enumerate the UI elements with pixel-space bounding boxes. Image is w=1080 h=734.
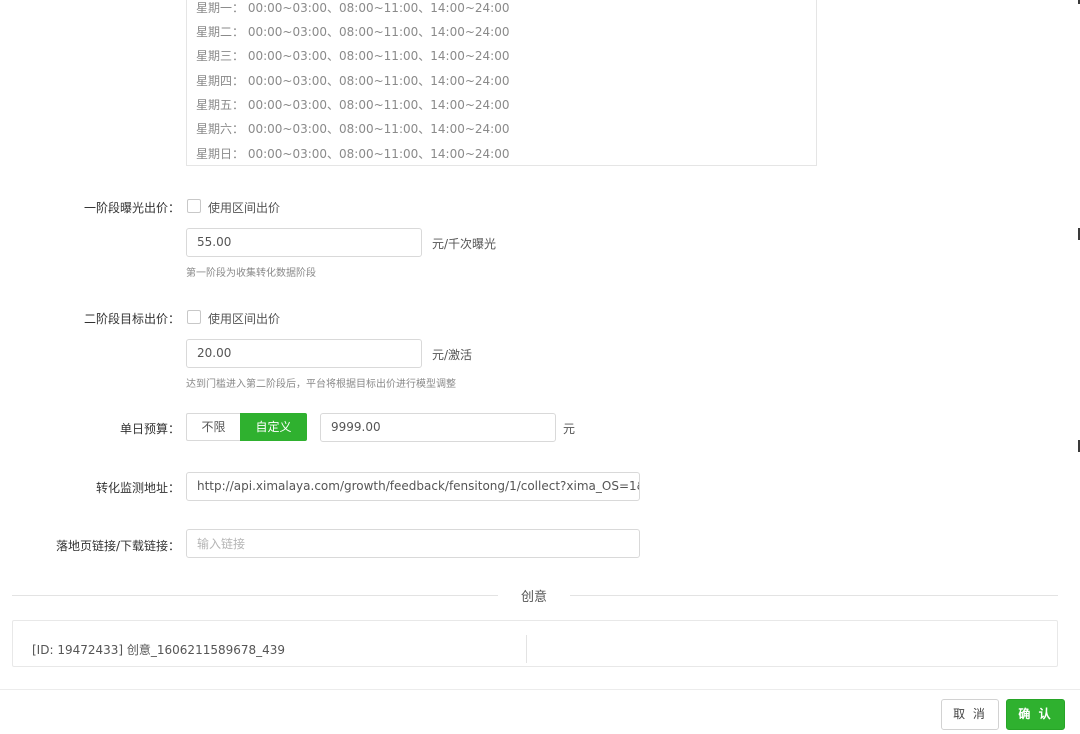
stage1-bid-hint: 第一阶段为收集转化数据阶段 — [186, 268, 316, 279]
schedule-row-fri: 星期五： 00:00~03:00、08:00~11:00、14:00~24:00 — [196, 98, 510, 112]
stage1-range-checkbox[interactable] — [187, 199, 201, 213]
daily-budget-unit: 元 — [563, 422, 576, 436]
daily-budget-input[interactable]: 9999.00 — [320, 413, 556, 442]
cancel-button[interactable]: 取 消 — [941, 699, 999, 730]
creative-section-title: 创意 — [520, 590, 547, 605]
stage2-bid-label: 二阶段目标出价： — [83, 312, 180, 326]
schedule-row-sat: 星期六： 00:00~03:00、08:00~11:00、14:00~24:00 — [196, 122, 510, 136]
schedule-row-sun: 星期日： 00:00~03:00、08:00~11:00、14:00~24:00 — [196, 147, 510, 161]
stage1-bid-input[interactable]: 55.00 — [186, 228, 422, 257]
budget-unlimited-option[interactable]: 不限 — [186, 413, 240, 441]
daily-budget-label: 单日预算： — [119, 422, 180, 436]
tracking-url-input[interactable]: http://api.ximalaya.com/growth/feedback/… — [186, 472, 640, 501]
creative-card-separator — [526, 635, 527, 663]
landing-url-input[interactable] — [186, 529, 640, 558]
schedule-row-tue: 星期二： 00:00~03:00、08:00~11:00、14:00~24:00 — [196, 25, 510, 39]
schedule-row-mon: 星期一： 00:00~03:00、08:00~11:00、14:00~24:00 — [196, 1, 510, 15]
creative-item-label: [ID: 19472433] 创意_1606211589678_439 — [32, 643, 286, 657]
stage2-bid-unit: 元/激活 — [432, 348, 473, 362]
schedule-row-wed: 星期三： 00:00~03:00、08:00~11:00、14:00~24:00 — [196, 49, 510, 63]
stage1-bid-unit: 元/千次曝光 — [432, 237, 497, 251]
schedule-summary-box: 星期一： 00:00~03:00、08:00~11:00、14:00~24:00… — [186, 0, 817, 166]
stage2-range-checkbox[interactable] — [187, 310, 201, 324]
landing-url-label: 落地页链接/下载链接： — [55, 539, 180, 553]
stage1-range-checkbox-label[interactable]: 使用区间出价 — [208, 199, 280, 216]
creative-card[interactable]: [ID: 19472433] 创意_1606211589678_439 — [12, 620, 1058, 667]
confirm-button[interactable]: 确 认 — [1006, 699, 1065, 730]
creative-divider-right — [570, 595, 1058, 596]
budget-custom-option[interactable]: 自定义 — [240, 413, 307, 441]
stage1-bid-label: 一阶段曝光出价： — [83, 201, 180, 215]
stage2-range-checkbox-label[interactable]: 使用区间出价 — [208, 310, 280, 327]
schedule-row-thu: 星期四： 00:00~03:00、08:00~11:00、14:00~24:00 — [196, 74, 510, 88]
creative-divider-left — [12, 595, 498, 596]
footer-divider — [0, 689, 1080, 690]
stage2-bid-hint: 达到门槛进入第二阶段后，平台将根据目标出价进行模型调整 — [186, 379, 456, 390]
stage2-bid-input[interactable]: 20.00 — [186, 339, 422, 368]
tracking-url-label: 转化监测地址： — [95, 481, 180, 495]
